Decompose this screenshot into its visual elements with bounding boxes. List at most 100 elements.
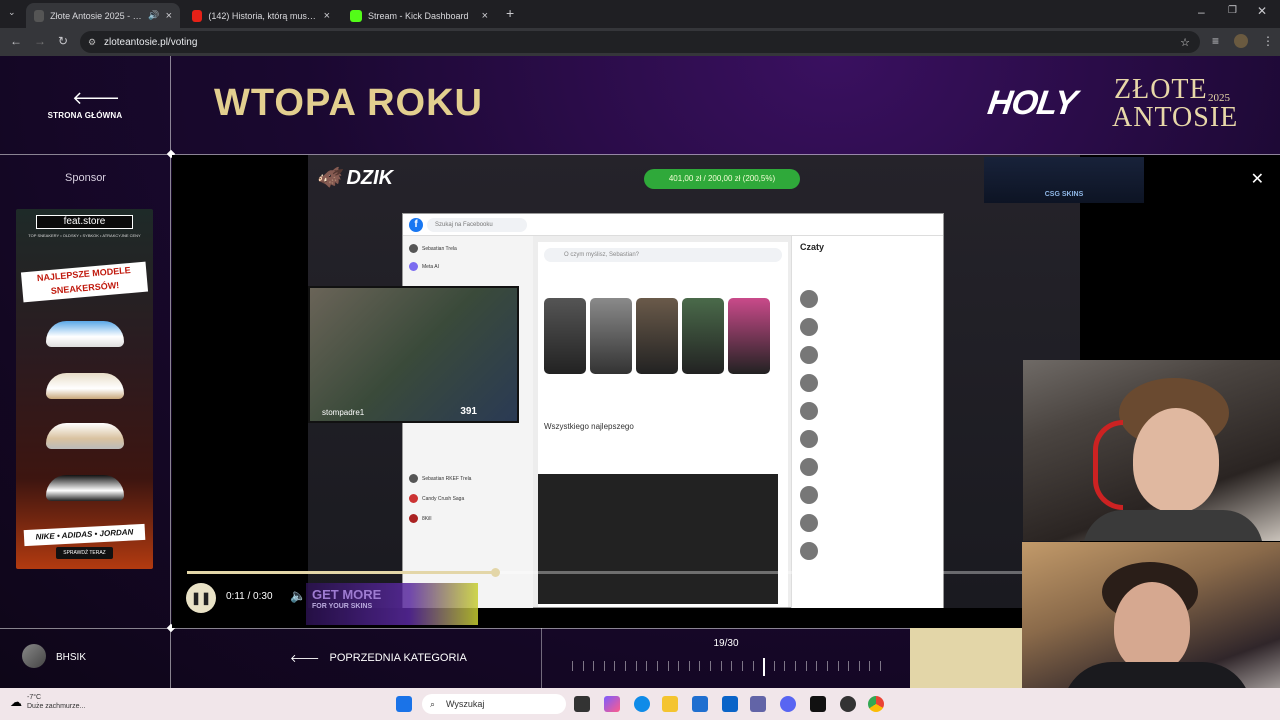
user-avatar[interactable]	[22, 644, 46, 668]
close-tab-icon[interactable]: ×	[166, 10, 172, 22]
profile-avatar[interactable]	[1234, 34, 1248, 48]
kick-icon	[350, 9, 362, 22]
chats-title: Czaty	[800, 242, 825, 252]
category-tick	[614, 661, 616, 671]
tab-search-icon[interactable]: ⌄	[8, 7, 16, 18]
category-tick	[656, 661, 658, 671]
category-tick	[625, 661, 627, 671]
chat-item	[800, 346, 930, 364]
windows-start-icon[interactable]	[396, 696, 412, 712]
site-info-icon[interactable]: ⚙	[88, 37, 96, 48]
category-tick	[593, 661, 595, 671]
tab-title: Stream - Kick Dashboard	[368, 10, 469, 21]
address-bar-row: ← → ↻ ⚙ zloteantosie.pl/voting ☆ ≡ ⋮	[0, 28, 1280, 56]
streamer-cam-inset: stompadre1 391	[308, 286, 519, 423]
ad-sub: FOR YOUR SKINS	[312, 603, 373, 610]
category-tick	[848, 661, 850, 671]
story-card	[590, 298, 632, 374]
home-link[interactable]: STRONA GŁÓWNA	[20, 111, 150, 120]
media-control-icon[interactable]: ≡	[1212, 34, 1219, 48]
donation-goal-bar: 401,00 zł / 200,00 zł (200,5%)	[644, 169, 800, 189]
reload-icon[interactable]: ↻	[58, 34, 68, 48]
avatar	[800, 430, 818, 448]
pause-button[interactable]: ❚❚	[186, 583, 216, 613]
teams-icon[interactable]	[750, 696, 766, 712]
ad-cta-button[interactable]: SPRAWDŹ TERAZ	[56, 547, 113, 559]
post-composer: O czym myślisz, Sebastian?	[544, 248, 782, 262]
temperature: -7°C	[27, 694, 42, 701]
file-explorer-icon[interactable]	[662, 696, 678, 712]
post-video	[538, 474, 778, 604]
tab-zlote-antosie[interactable]: Złote Antosie 2025 - Najwię 🔊 ×	[26, 3, 180, 28]
category-tick	[603, 661, 605, 671]
weather-desc: Duże zachmurze...	[27, 703, 86, 710]
chat-item	[800, 318, 930, 336]
avatar	[409, 474, 418, 483]
chat-item	[800, 290, 930, 308]
category-tick	[710, 661, 712, 671]
face	[1114, 582, 1190, 672]
minimize-icon[interactable]: –	[1198, 5, 1205, 19]
chat-item	[800, 402, 930, 420]
discord-icon[interactable]	[780, 696, 796, 712]
app-icon[interactable]	[810, 696, 826, 712]
restore-icon[interactable]: ❐	[1228, 5, 1237, 16]
audio-icon[interactable]: 🔊	[148, 10, 159, 21]
close-tab-icon[interactable]: ×	[482, 10, 488, 22]
task-view-icon[interactable]	[574, 696, 590, 712]
chrome-icon[interactable]	[868, 696, 884, 712]
logo-antosie: ANTOSIE	[1112, 102, 1239, 133]
chat-item	[800, 486, 930, 504]
back-icon[interactable]: ←	[10, 34, 22, 48]
story-card	[544, 298, 586, 374]
logo-zlote: ZŁOTE	[1114, 74, 1208, 105]
category-tick	[572, 661, 573, 671]
volume-icon[interactable]: 🔈	[290, 588, 306, 604]
facebook-search: Szukaj na Facebooku	[427, 218, 527, 232]
video-progress-fill	[187, 571, 496, 574]
video-progress-knob[interactable]	[491, 568, 501, 577]
close-icon[interactable]: ✕	[1251, 169, 1264, 189]
fb-left-item: Sebastian RKEF Trela	[409, 474, 471, 483]
edge-icon[interactable]	[634, 696, 650, 712]
game-icon	[409, 514, 418, 523]
bookmark-star-icon[interactable]: ☆	[1180, 36, 1190, 49]
face	[1133, 408, 1219, 512]
weather-widget[interactable]: ☁ -7°C Duże zachmurze...	[10, 693, 85, 711]
chat-item	[800, 458, 930, 476]
taskbar-search-text: Wyszukaj	[446, 699, 485, 709]
close-window-icon[interactable]: ✕	[1257, 4, 1267, 18]
meta-ai-icon	[409, 262, 418, 271]
category-title: WTOPA ROKU	[214, 82, 483, 124]
category-tick	[784, 661, 786, 671]
browser-tab-bar: ⌄ Złote Antosie 2025 - Najwię 🔊 × (142) …	[0, 0, 1280, 28]
taskbar-search[interactable]: ⌕ Wyszukaj	[422, 694, 566, 714]
next-category-button[interactable]	[910, 628, 1023, 688]
close-tab-icon[interactable]: ×	[324, 10, 330, 22]
forward-icon[interactable]: →	[34, 34, 46, 48]
tab-kick[interactable]: Stream - Kick Dashboard ×	[342, 3, 496, 28]
outlook-icon[interactable]	[722, 696, 738, 712]
chat-item	[800, 514, 930, 532]
avatar	[800, 346, 818, 364]
back-arrow-icon: 🡐	[290, 653, 320, 665]
category-tick	[773, 661, 775, 671]
url-field[interactable]: ⚙ zloteantosie.pl/voting ☆	[80, 31, 1200, 53]
previous-category-button[interactable]: 🡐 POPRZEDNIA KATEGORIA	[290, 651, 467, 665]
youtube-icon	[192, 9, 203, 22]
app-icon[interactable]	[840, 696, 856, 712]
back-arrow-icon[interactable]: 🡐	[72, 88, 120, 109]
tab-title: Złote Antosie 2025 - Najwię	[50, 10, 142, 21]
ad-tagline: TOP SNEAKERY • OLDSKY • SYBKOK • ATRAKCY…	[28, 233, 141, 238]
sponsor-ad[interactable]: feat.store TOP SNEAKERY • OLDSKY • SYBKO…	[16, 209, 153, 569]
user-name[interactable]: BHSIK	[56, 652, 86, 663]
menu-icon[interactable]: ⋮	[1262, 34, 1274, 48]
store-icon[interactable]	[692, 696, 708, 712]
new-tab-icon[interactable]: +	[506, 5, 514, 21]
tab-favicon	[34, 9, 45, 22]
category-tick	[741, 661, 743, 671]
copilot-icon[interactable]	[604, 696, 620, 712]
sneaker-image	[46, 321, 124, 347]
tab-youtube[interactable]: (142) Historia, którą musisz zna ×	[184, 3, 338, 28]
post-text: Wszystkiego najlepszego	[544, 422, 634, 431]
